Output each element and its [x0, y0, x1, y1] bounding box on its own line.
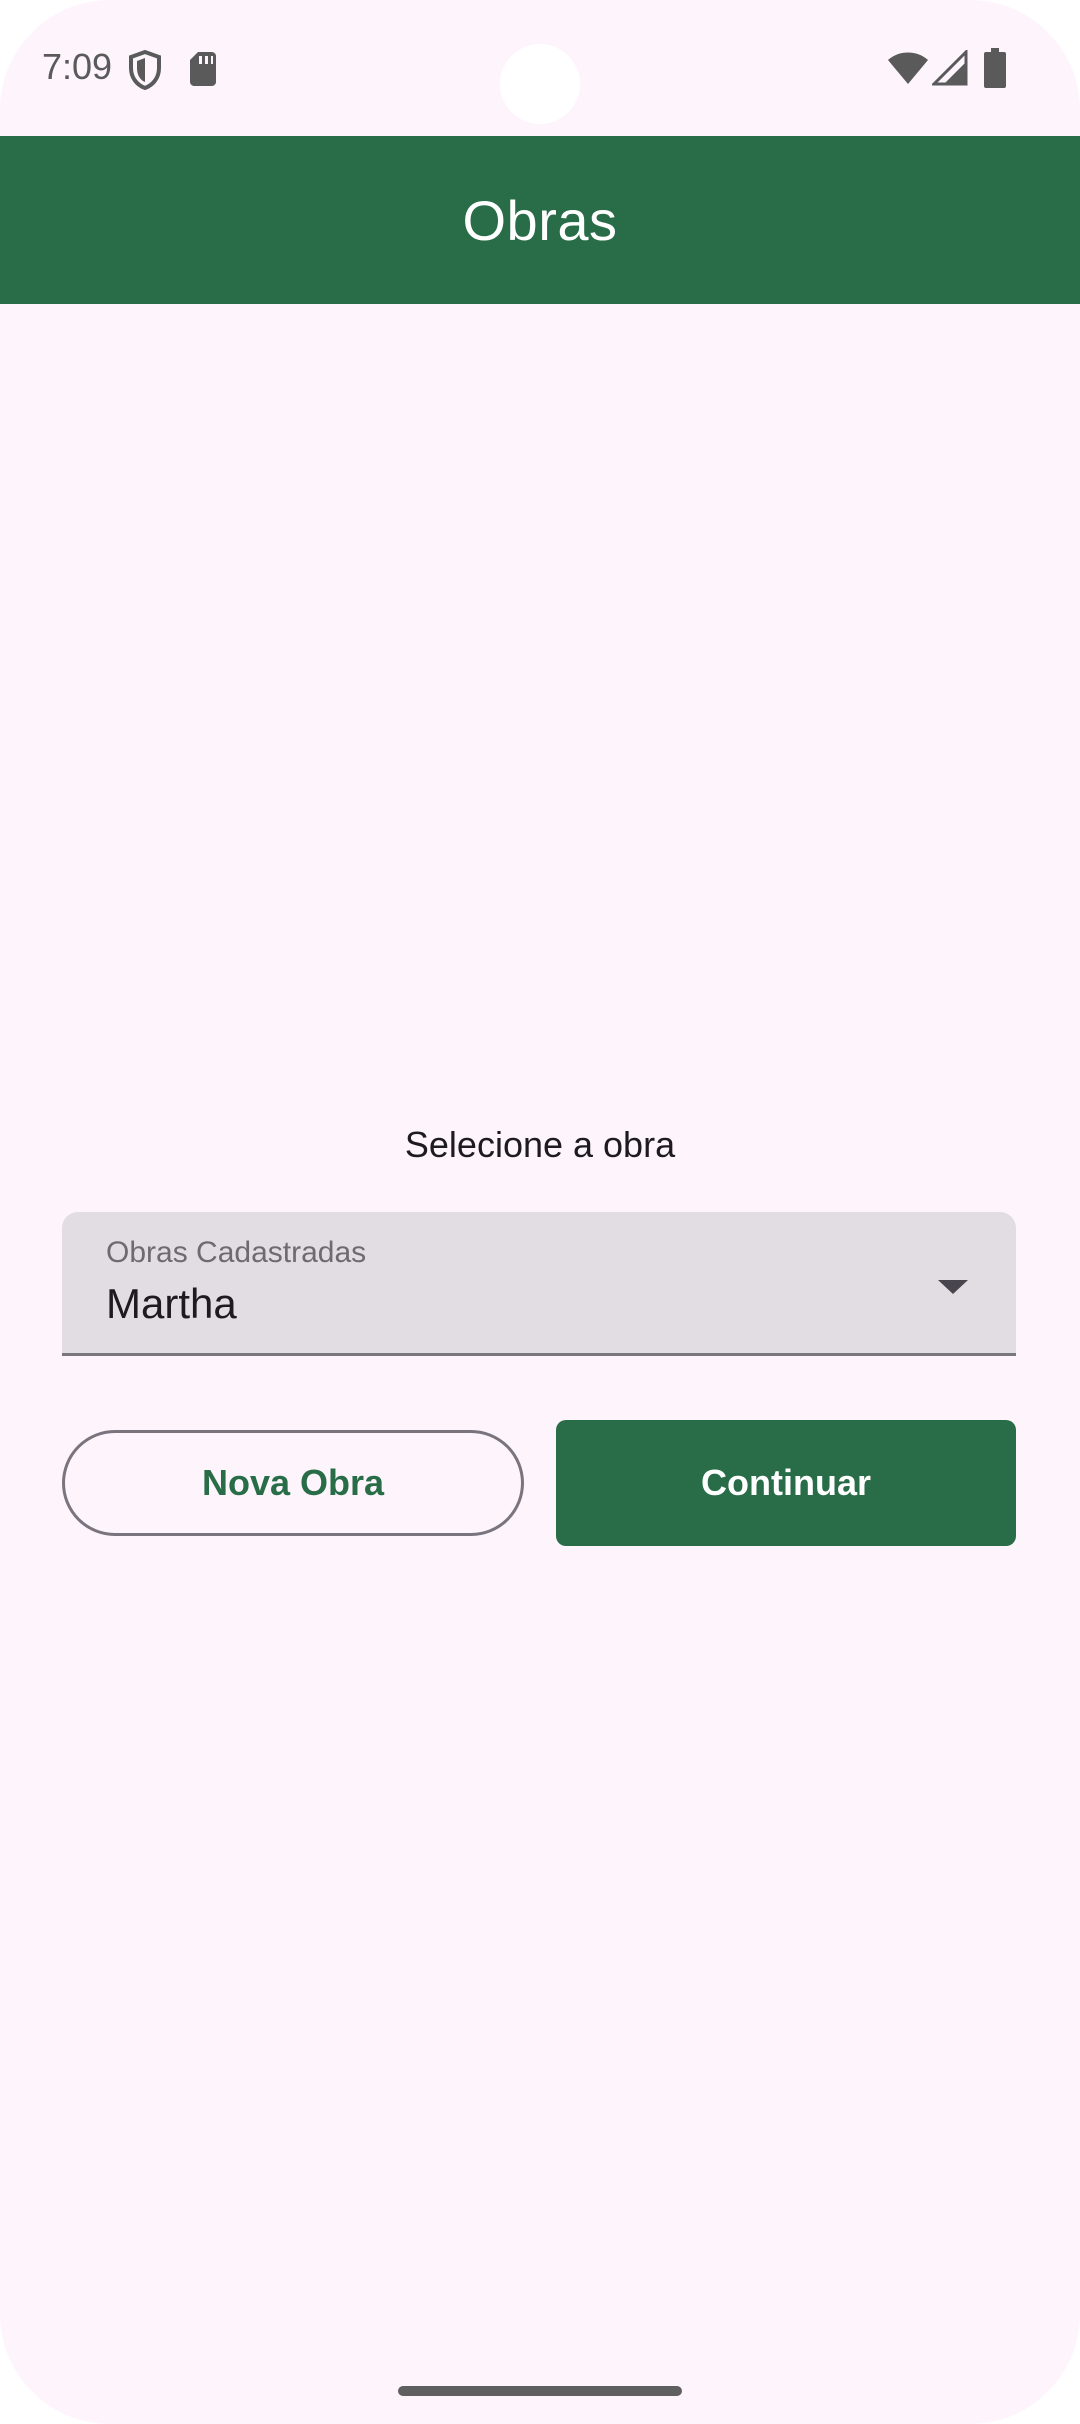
shield-icon: [129, 50, 161, 90]
dropdown-label: Obras Cadastradas: [106, 1236, 367, 1269]
nova-obra-button[interactable]: Nova Obra: [62, 1430, 524, 1536]
select-prompt: Selecione a obra: [404, 1124, 676, 1165]
status-time: 7:09: [42, 46, 113, 87]
wifi-icon: [888, 52, 928, 84]
status-bar: 7:09: [0, 0, 1080, 136]
screen: 7:09 Obras Selecione a obra Obras Cadast…: [0, 0, 1080, 2424]
dropdown-value: Martha: [106, 1280, 237, 1327]
app-bar: Obras: [0, 136, 1080, 304]
page-title: Obras: [462, 188, 618, 252]
dropdown-arrow-icon[interactable]: [936, 1278, 970, 1296]
signal-icon: [932, 50, 968, 86]
gesture-navigation-bar[interactable]: [398, 2386, 682, 2396]
sd-card-icon: [190, 52, 216, 86]
continuar-button[interactable]: Continuar: [556, 1420, 1016, 1546]
obras-dropdown[interactable]: Obras Cadastradas Martha: [62, 1212, 1016, 1356]
camera-cutout: [500, 44, 580, 124]
battery-icon: [984, 48, 1006, 88]
